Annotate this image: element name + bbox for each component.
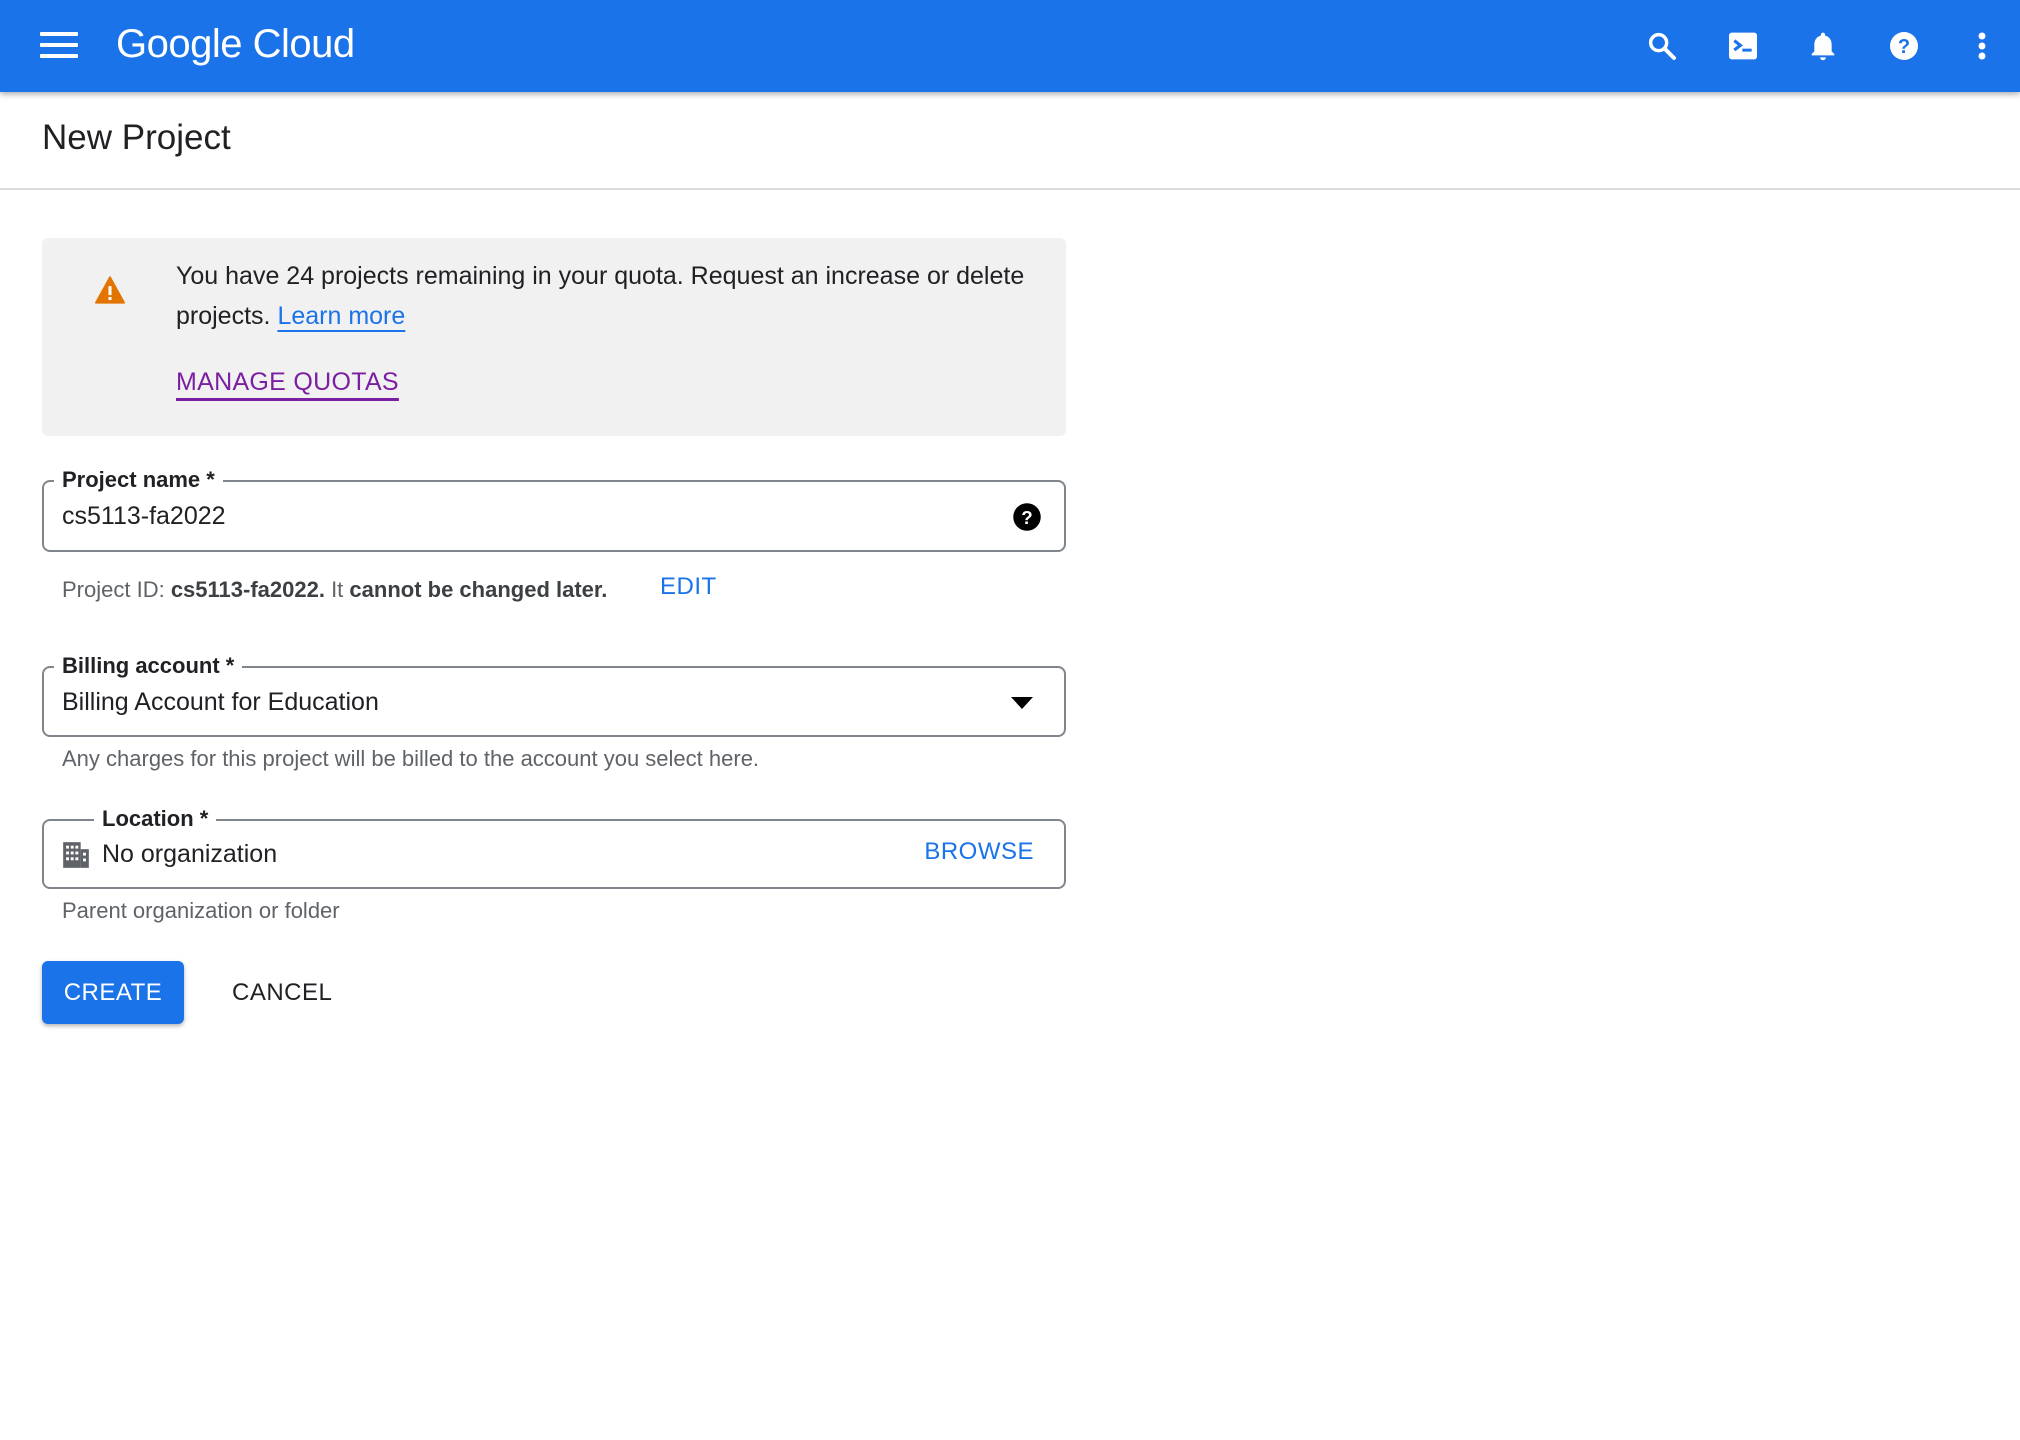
svg-text:?: ?	[1021, 507, 1032, 528]
project-id-middle: It	[324, 577, 350, 602]
dropdown-arrow-icon[interactable]	[1010, 696, 1034, 710]
help-icon[interactable]: ?	[1012, 502, 1042, 532]
location-label: Location *	[94, 804, 217, 834]
more-vert-icon[interactable]	[1960, 24, 2004, 68]
project-id-value: cs5113-fa2022.	[170, 577, 325, 602]
project-name-label: Project name *	[54, 465, 223, 495]
billing-account-label: Billing account *	[54, 651, 243, 681]
notifications-icon[interactable]	[1801, 24, 1845, 68]
project-id-prefix: Project ID:	[62, 577, 171, 602]
cancel-button[interactable]: CANCEL	[220, 961, 344, 1024]
edit-project-id-button[interactable]: EDIT	[660, 573, 717, 601]
location-value: No organization	[102, 840, 278, 868]
quota-warning-message: You have 24 projects remaining in your q…	[176, 256, 1036, 336]
warning-icon	[95, 276, 125, 304]
learn-more-link[interactable]: Learn more	[277, 302, 405, 330]
page-title: New Project	[42, 118, 231, 157]
organization-icon	[63, 842, 89, 868]
quota-warning-banner: You have 24 projects remaining in your q…	[42, 238, 1066, 436]
browse-button[interactable]: BROWSE	[924, 838, 1034, 866]
google-cloud-logo[interactable]: Google Cloud	[116, 16, 355, 72]
manage-quotas-link[interactable]: MANAGE QUOTAS	[176, 368, 399, 397]
menu-icon[interactable]	[40, 32, 78, 58]
search-icon[interactable]	[1640, 24, 1684, 68]
billing-account-helper: Any charges for this project will be bil…	[62, 746, 760, 771]
create-button[interactable]: CREATE	[42, 961, 184, 1024]
page-header: New Project	[0, 92, 2020, 190]
project-name-input[interactable]: cs5113-fa2022	[62, 499, 226, 533]
billing-account-select[interactable]: Billing account * Billing Account for Ed…	[42, 651, 1066, 737]
cloud-shell-icon[interactable]	[1721, 24, 1765, 68]
help-icon[interactable]: ?	[1882, 24, 1926, 68]
location-helper: Parent organization or folder	[62, 898, 340, 923]
project-name-field[interactable]: Project name * cs5113-fa2022 ?	[42, 465, 1066, 552]
billing-account-value: Billing Account for Education	[62, 688, 379, 716]
svg-text:?: ?	[1898, 36, 1910, 58]
top-app-bar: Google Cloud ?	[0, 0, 2020, 92]
location-field[interactable]: Location * No organization BROWSE	[42, 804, 1066, 889]
project-id-warning: cannot be changed later.	[349, 577, 608, 602]
project-id-helper: Project ID: cs5113-fa2022. It cannot be …	[62, 575, 607, 605]
